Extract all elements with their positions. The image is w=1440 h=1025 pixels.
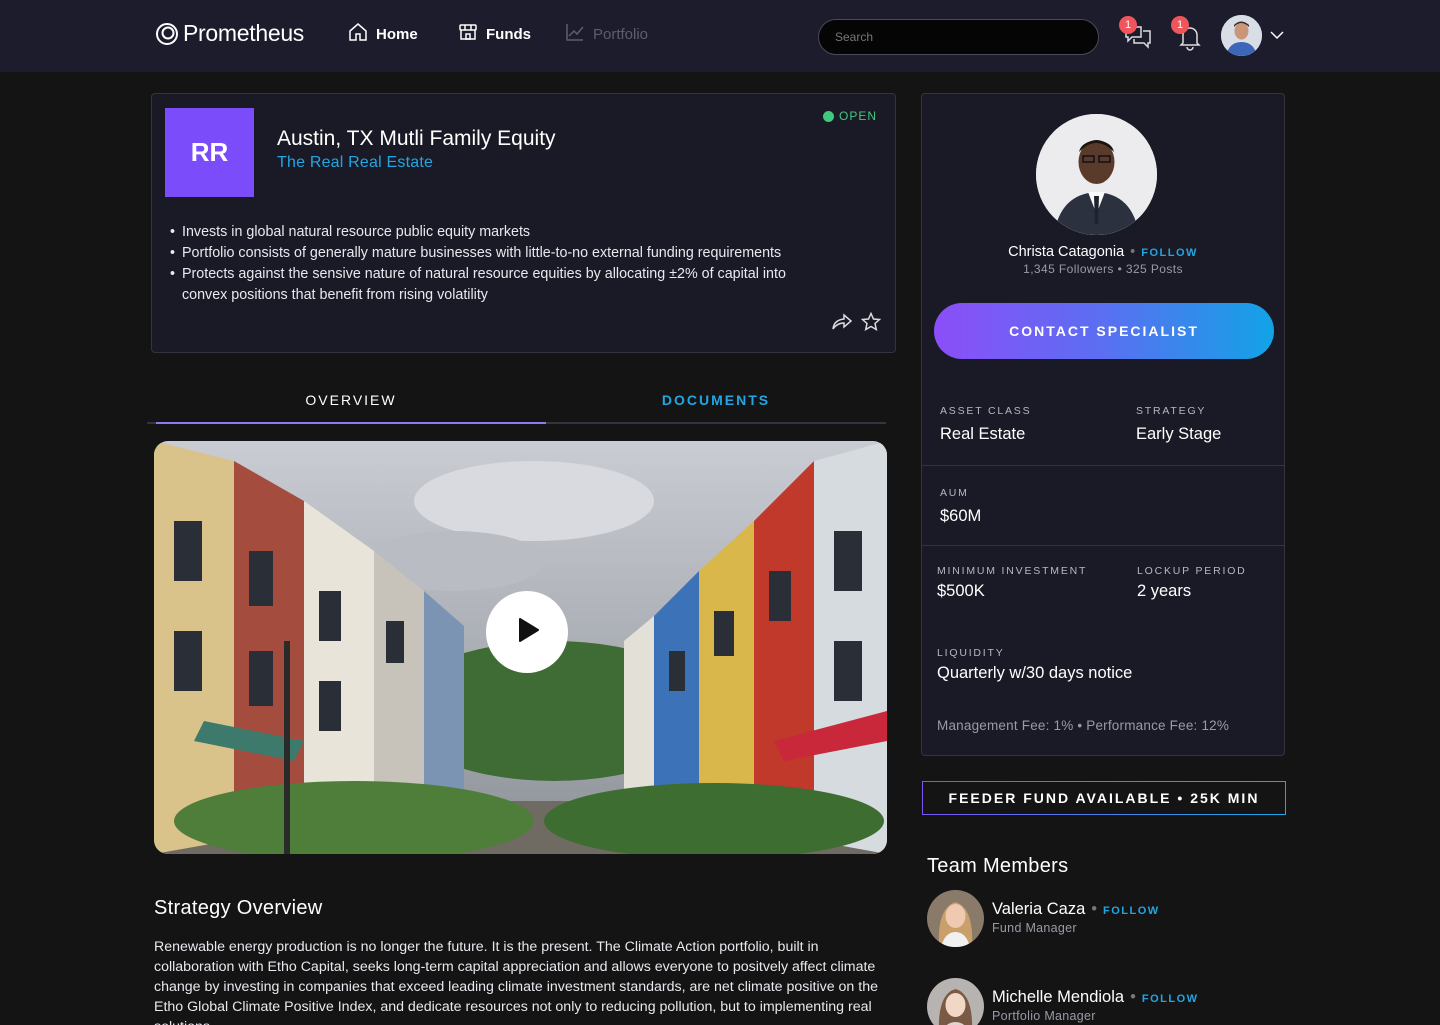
nav-portfolio[interactable]: Portfolio bbox=[565, 22, 648, 46]
team-member-name-row: Valeria Caza • FOLLOW bbox=[992, 900, 1160, 919]
chart-line-icon bbox=[565, 22, 585, 46]
separator-dot: • bbox=[1130, 244, 1136, 260]
team-member-name: Valeria Caza bbox=[992, 900, 1086, 918]
specialist-name-row: Christa Catagonia • FOLLOW bbox=[922, 244, 1284, 260]
search-input[interactable] bbox=[818, 19, 1099, 55]
status-badge: OPEN bbox=[822, 109, 877, 123]
separator-dot: • bbox=[1130, 988, 1136, 1006]
list-item: Invests in global natural resource publi… bbox=[170, 222, 810, 243]
fund-summary-card: RR Austin, TX Mutli Family Equity The Re… bbox=[151, 93, 896, 353]
nav-home-label: Home bbox=[376, 25, 418, 43]
aum-value: $60M bbox=[940, 507, 982, 525]
specialist-card: Christa Catagonia • FOLLOW 1,345 Followers… bbox=[921, 93, 1285, 756]
status-label: OPEN bbox=[838, 109, 877, 123]
strategy-overview-text: Renewable energy production is no longer… bbox=[154, 939, 878, 1025]
specialist-name: Christa Catagonia bbox=[1008, 244, 1125, 260]
notifications-button[interactable]: 1 bbox=[1171, 16, 1205, 52]
aum-label: AUM bbox=[940, 487, 969, 499]
top-navigation-bar: Prometheus Home Funds Portfolio 1 bbox=[0, 0, 1440, 72]
specialist-photo bbox=[1036, 114, 1157, 235]
fund-logo: RR bbox=[165, 108, 254, 197]
fund-manager-link[interactable]: The Real Real Estate bbox=[277, 154, 433, 172]
feeder-fund-banner[interactable]: FEEDER FUND AVAILABLE • 25K MIN bbox=[922, 781, 1286, 815]
tab-overview[interactable]: OVERVIEW bbox=[156, 381, 546, 424]
divider bbox=[922, 465, 1284, 466]
user-avatar[interactable] bbox=[1221, 15, 1262, 56]
store-icon bbox=[458, 22, 478, 46]
team-member: Valeria Caza • FOLLOW Fund Manager bbox=[927, 890, 1287, 950]
contact-specialist-button[interactable]: CONTACT SPECIALIST bbox=[934, 303, 1274, 359]
team-members-title: Team Members bbox=[927, 855, 1069, 877]
team-member-name-row: Michelle Mendiola • FOLLOW bbox=[992, 988, 1199, 1007]
team-member-photo bbox=[927, 978, 984, 1025]
content-tabs: OVERVIEW DOCUMENTS bbox=[147, 381, 886, 424]
separator-dot: • bbox=[1091, 900, 1098, 918]
liquidity-label: LIQUIDITY bbox=[937, 647, 1005, 659]
strategy-overview-title: Strategy Overview bbox=[154, 897, 323, 919]
prometheus-logo-icon bbox=[155, 22, 179, 46]
messages-button[interactable]: 1 bbox=[1119, 16, 1153, 52]
follow-specialist-button[interactable]: FOLLOW bbox=[1141, 247, 1198, 259]
specialist-stats: 1,345 Followers • 325 Posts bbox=[1023, 262, 1183, 276]
asset-class-value: Real Estate bbox=[940, 425, 1026, 443]
nav-funds-label: Funds bbox=[486, 25, 531, 43]
team-member-role: Portfolio Manager bbox=[992, 1009, 1096, 1023]
fees-text: Management Fee: 1% • Performance Fee: 12… bbox=[937, 718, 1230, 733]
brand-logo[interactable]: Prometheus bbox=[155, 20, 304, 47]
list-item: Protects against the sensive nature of n… bbox=[170, 264, 810, 306]
play-icon bbox=[512, 615, 542, 650]
card-actions bbox=[831, 311, 882, 337]
minimum-investment-value: $500K bbox=[937, 582, 985, 600]
home-icon bbox=[348, 22, 368, 46]
play-button[interactable] bbox=[486, 591, 568, 673]
follow-team-member-button[interactable]: FOLLOW bbox=[1142, 993, 1199, 1005]
list-item: Portfolio consists of generally mature b… bbox=[170, 243, 810, 264]
strategy-value: Early Stage bbox=[1136, 425, 1222, 443]
tab-documents[interactable]: DOCUMENTS bbox=[546, 381, 886, 424]
nav-portfolio-label: Portfolio bbox=[593, 25, 649, 43]
chevron-down-icon[interactable] bbox=[1269, 27, 1285, 43]
team-member-name: Michelle Mendiola bbox=[992, 988, 1125, 1006]
share-icon[interactable] bbox=[831, 312, 853, 337]
messages-badge: 1 bbox=[1119, 16, 1137, 34]
lockup-period-label: LOCKUP PERIOD bbox=[1137, 565, 1247, 577]
asset-class-label: ASSET CLASS bbox=[940, 405, 1032, 417]
team-member: Michelle Mendiola • FOLLOW Portfolio Manag… bbox=[927, 978, 1287, 1025]
team-member-photo bbox=[927, 890, 984, 947]
bell-icon bbox=[1175, 27, 1205, 56]
brand-name: Prometheus bbox=[183, 20, 305, 46]
nav-home[interactable]: Home bbox=[348, 22, 418, 46]
lockup-period-value: 2 years bbox=[1137, 582, 1192, 600]
chat-icon bbox=[1123, 26, 1153, 56]
nav-funds[interactable]: Funds bbox=[458, 22, 531, 46]
minimum-investment-label: MINIMUM INVESTMENT bbox=[937, 565, 1088, 577]
notifications-badge: 1 bbox=[1171, 16, 1189, 34]
team-member-role: Fund Manager bbox=[992, 921, 1077, 935]
fund-title: Austin, TX Mutli Family Equity bbox=[277, 127, 556, 150]
strategy-label: STRATEGY bbox=[1136, 405, 1207, 417]
follow-team-member-button[interactable]: FOLLOW bbox=[1103, 905, 1160, 917]
fund-highlights-list: Invests in global natural resource publi… bbox=[170, 222, 810, 306]
divider bbox=[922, 545, 1284, 546]
fund-video[interactable] bbox=[154, 441, 887, 854]
liquidity-value: Quarterly w/30 days notice bbox=[937, 664, 1133, 682]
status-dot-icon bbox=[822, 110, 834, 122]
star-icon[interactable] bbox=[860, 311, 882, 337]
